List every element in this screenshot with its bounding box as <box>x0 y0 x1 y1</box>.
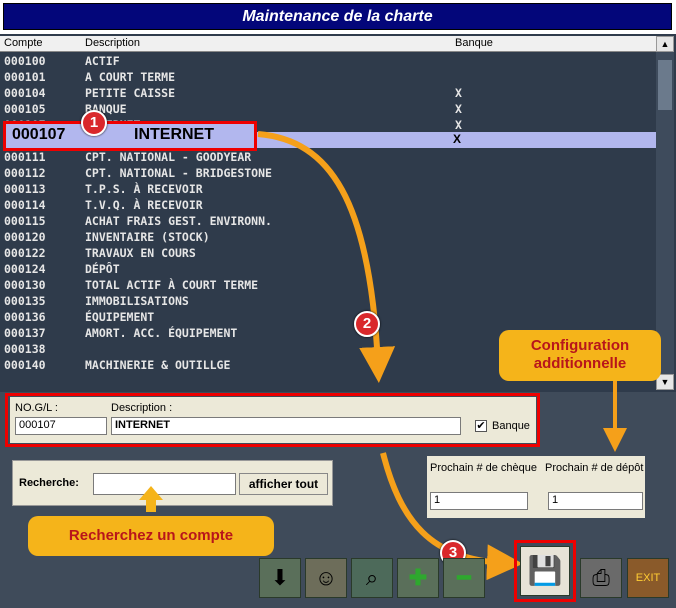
exit-icon[interactable]: EXIT <box>627 558 669 598</box>
remove-icon[interactable]: ━ <box>443 558 485 598</box>
col-header-bank[interactable]: Banque <box>455 37 493 49</box>
row-account: 000138 <box>4 342 46 356</box>
row-description: TOTAL ACTIF À COURT TERME <box>85 278 259 292</box>
row-account: 000113 <box>4 182 46 196</box>
step-badge-1: 1 <box>81 110 107 136</box>
table-row[interactable]: 000100 ACTIF <box>0 53 656 69</box>
table-row[interactable]: 000114 T.V.Q. À RECEVOIR <box>0 197 656 213</box>
row-account: 000122 <box>4 246 46 260</box>
col-header-account[interactable]: Compte <box>4 37 43 49</box>
row-description: CPT. NATIONAL - BRIDGESTONE <box>85 166 272 180</box>
deposit-label: Prochain # de dépôt <box>545 462 644 474</box>
row-account: 000140 <box>4 358 46 372</box>
row-description: T.V.Q. À RECEVOIR <box>85 198 203 212</box>
cheque-label: Prochain # de chèque <box>430 462 538 474</box>
row-account: 000135 <box>4 294 46 308</box>
row-description: PETITE CAISSE <box>85 86 176 100</box>
row-account: 000120 <box>4 230 46 244</box>
config-callout: Configuration additionnelle <box>499 330 661 381</box>
row-description: DÉPÔT <box>85 262 120 276</box>
next-cheque-field[interactable]: 1 <box>430 492 528 510</box>
row-account: 000104 <box>4 86 46 100</box>
row-description: INVENTAIRE (STOCK) <box>85 230 210 244</box>
row-account: 000112 <box>4 166 46 180</box>
add-icon[interactable]: ✚ <box>397 558 439 598</box>
import-icon[interactable]: ⬇ <box>259 558 301 598</box>
search-panel: Recherche: afficher tout <box>12 460 333 506</box>
row-description: T.P.S. À RECEVOIR <box>85 182 203 196</box>
row-account: 000100 <box>4 54 46 68</box>
table-row[interactable]: 000122 TRAVAUX EN COURS <box>0 245 656 261</box>
next-deposit-field[interactable]: 1 <box>548 492 643 510</box>
selected-account: 000107 <box>12 126 66 143</box>
row-description: A COURT TERME <box>85 70 176 84</box>
selected-row-highlight[interactable]: 000107 INTERNET <box>3 121 257 151</box>
window-title: Maintenance de la charte <box>242 8 433 25</box>
table-row[interactable]: 000113 T.P.S. À RECEVOIR <box>0 181 656 197</box>
row-account: 000101 <box>4 70 46 84</box>
row-account: 000136 <box>4 310 46 324</box>
search-person-icon[interactable]: ☺ <box>305 558 347 598</box>
row-description: ÉQUIPEMENT <box>85 310 155 324</box>
row-account: 000114 <box>4 198 46 212</box>
row-description: CPT. NATIONAL - GOODYEAR <box>85 150 252 164</box>
row-bank-mark: X <box>455 118 462 132</box>
save-highlight <box>514 540 576 602</box>
row-description: TRAVAUX EN COURS <box>85 246 196 260</box>
row-account: 000115 <box>4 214 46 228</box>
table-row[interactable]: 000101 A COURT TERME <box>0 69 656 85</box>
row-account: 000130 <box>4 278 46 292</box>
table-row[interactable]: 000124 DÉPÔT <box>0 261 656 277</box>
row-description: AMORT. ACC. ÉQUIPEMENT <box>85 326 238 340</box>
edit-panel-highlight <box>5 393 540 447</box>
row-bank-mark: X <box>455 102 462 116</box>
row-account: 000124 <box>4 262 46 276</box>
search-input[interactable] <box>93 473 236 495</box>
table-row[interactable]: 000136 ÉQUIPEMENT <box>0 309 656 325</box>
row-bank-mark: X <box>455 86 462 100</box>
search-label: Recherche: <box>19 477 79 489</box>
table-row[interactable]: 000115 ACHAT FRAIS GEST. ENVIRONN. <box>0 213 656 229</box>
grid-header: Compte Description Banque <box>0 36 656 52</box>
selected-row-bg: X <box>257 132 656 148</box>
scroll-up-arrow-icon[interactable]: ▲ <box>656 36 674 52</box>
row-account: 000137 <box>4 326 46 340</box>
extra-config-panel: Prochain # de chèque 1 Prochain # de dép… <box>427 456 645 518</box>
row-account: 000111 <box>4 150 46 164</box>
col-header-description[interactable]: Description <box>85 37 140 49</box>
search-callout: Recherchez un compte <box>28 516 274 556</box>
row-account: 000105 <box>4 102 46 116</box>
show-all-button[interactable]: afficher tout <box>239 473 328 495</box>
selected-bank-mark: X <box>453 132 462 146</box>
table-row[interactable]: 000120 INVENTAIRE (STOCK) <box>0 229 656 245</box>
table-row[interactable]: 000111 CPT. NATIONAL - GOODYEAR <box>0 149 656 165</box>
row-description: IMMOBILISATIONS <box>85 294 189 308</box>
row-description: ACTIF <box>85 54 120 68</box>
step-badge-2: 2 <box>354 311 380 337</box>
row-description: ACHAT FRAIS GEST. ENVIRONN. <box>85 214 272 228</box>
title-bar: Maintenance de la charte <box>0 0 676 34</box>
table-row[interactable]: 000135 IMMOBILISATIONS <box>0 293 656 309</box>
table-row[interactable]: 000130 TOTAL ACTIF À COURT TERME <box>0 277 656 293</box>
magnifier-icon[interactable]: ⌕ <box>351 558 393 598</box>
title-bar-inner: Maintenance de la charte <box>3 3 672 30</box>
table-row[interactable]: 000104 PETITE CAISSE X <box>0 85 656 101</box>
print-icon[interactable]: ⎙ <box>580 558 622 598</box>
scroll-thumb[interactable] <box>658 60 672 110</box>
selected-description: INTERNET <box>134 126 214 143</box>
row-description: MACHINERIE & OUTILLGE <box>85 358 231 372</box>
table-row[interactable]: 000112 CPT. NATIONAL - BRIDGESTONE <box>0 165 656 181</box>
